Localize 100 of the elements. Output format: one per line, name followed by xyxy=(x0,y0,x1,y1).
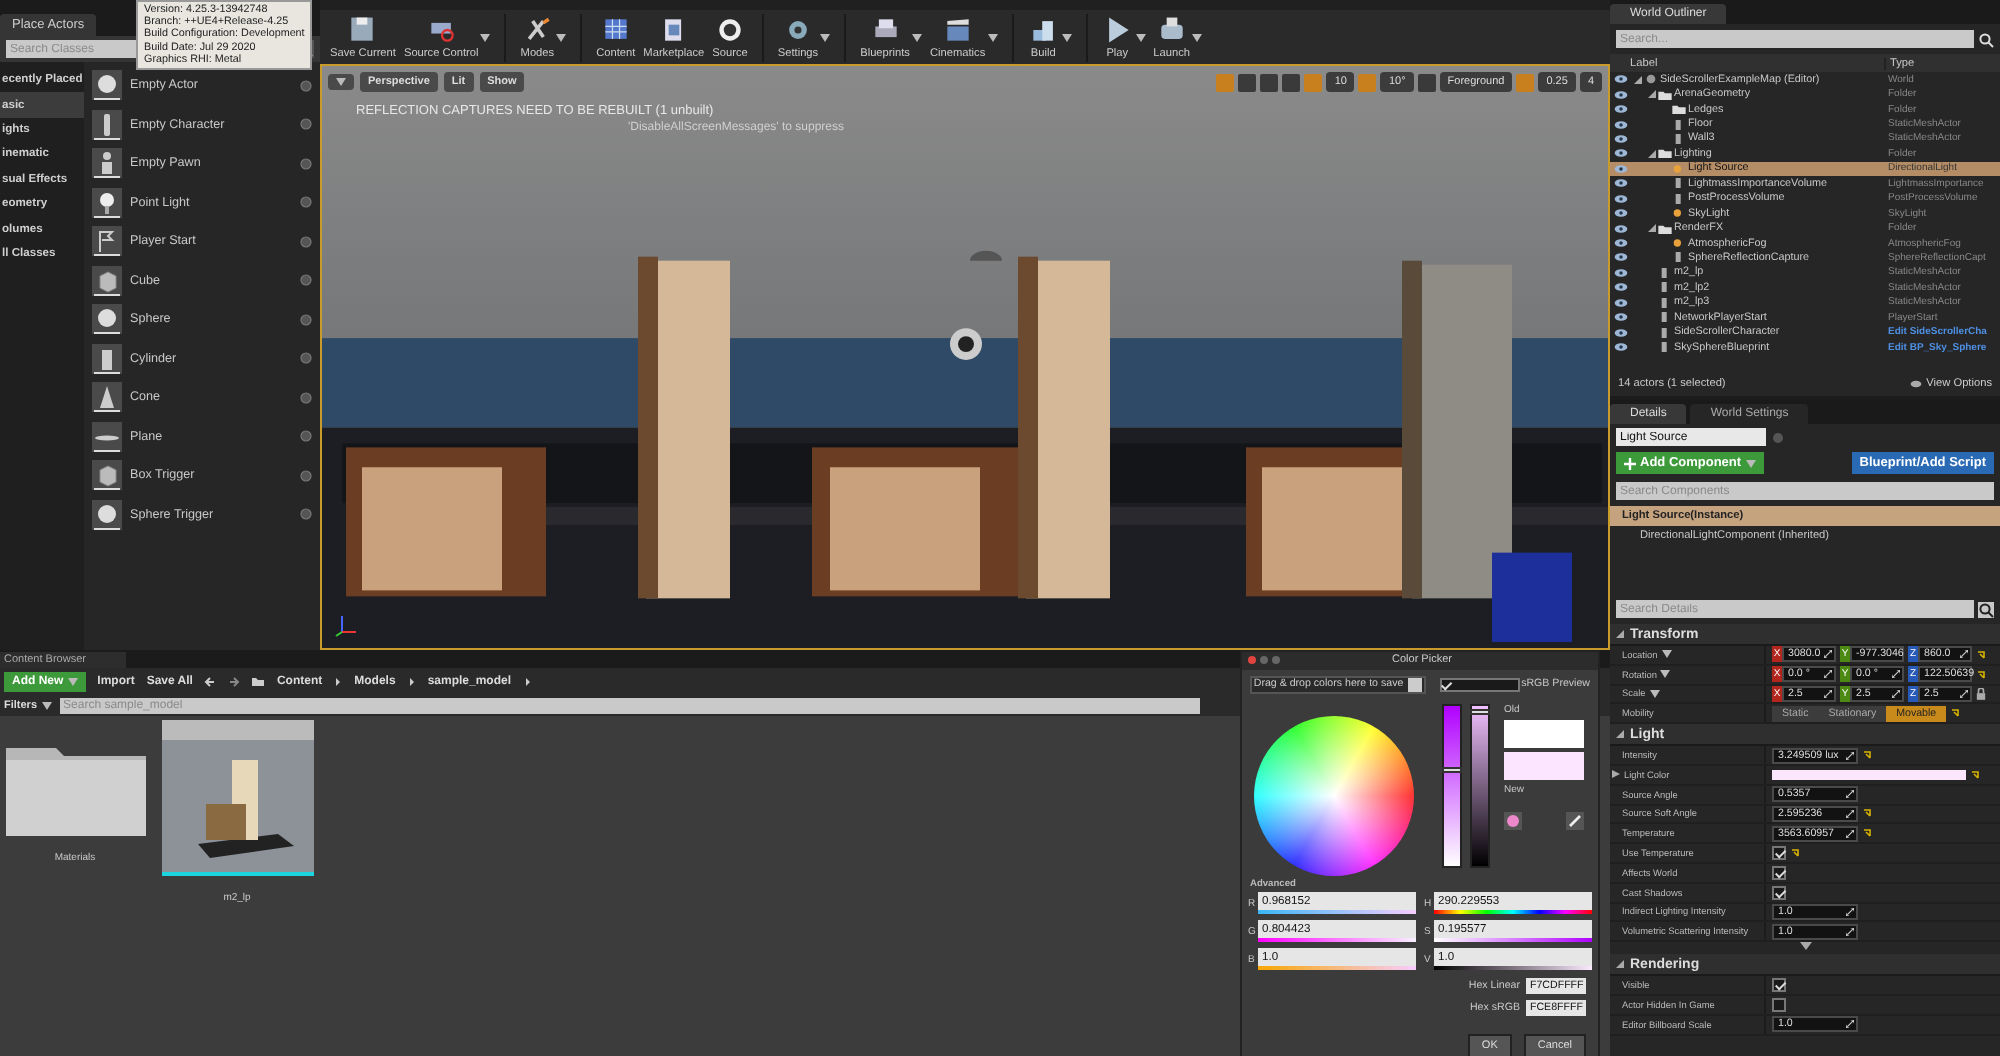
dropdown-caret-icon xyxy=(1192,33,1202,41)
reset-arrow-icon[interactable] xyxy=(1862,828,1872,839)
dropdown-caret-icon xyxy=(41,702,52,710)
info-icon[interactable] xyxy=(300,235,312,247)
drag-arrows-icon xyxy=(1824,689,1832,698)
expand-arrow-icon[interactable] xyxy=(1648,224,1656,233)
bulb-icon xyxy=(92,187,122,217)
info-icon[interactable] xyxy=(300,391,312,403)
new-color-swatch xyxy=(1504,751,1584,780)
drag-arrows-icon xyxy=(1846,1020,1854,1029)
back-arrow-icon[interactable] xyxy=(204,676,217,688)
eye-icon[interactable] xyxy=(1614,238,1628,249)
close-icon[interactable] xyxy=(1248,656,1256,665)
checkbox[interactable] xyxy=(1772,978,1786,993)
logo-circle-icon xyxy=(714,14,746,46)
eye-icon[interactable] xyxy=(1614,208,1628,219)
drag-arrows-icon xyxy=(1960,650,1968,659)
expand-arrow-icon[interactable] xyxy=(1648,149,1656,158)
reset-arrow-icon[interactable] xyxy=(1976,669,1986,680)
maximize-icon[interactable] xyxy=(1272,656,1280,665)
expand-arrow-icon[interactable] xyxy=(1612,770,1620,779)
checkbox[interactable] xyxy=(1772,997,1786,1012)
drag-arrows-icon xyxy=(1846,790,1854,799)
search-icon[interactable] xyxy=(1978,601,1994,617)
slider-thumb[interactable] xyxy=(1442,766,1462,773)
info-icon[interactable] xyxy=(300,313,312,325)
info-icon[interactable] xyxy=(300,469,312,481)
clapper-icon xyxy=(941,14,974,46)
eye-icon[interactable] xyxy=(1614,223,1628,234)
value-slider[interactable] xyxy=(1470,703,1490,868)
eye-icon[interactable] xyxy=(1614,193,1628,204)
color-wheel-icon[interactable] xyxy=(1504,811,1522,830)
checkbox[interactable] xyxy=(1772,865,1786,880)
viewport-menu-button[interactable] xyxy=(328,74,354,90)
dropdown-caret-icon xyxy=(480,33,491,41)
eye-icon[interactable] xyxy=(1614,148,1628,159)
chevron-right-icon[interactable] xyxy=(521,676,533,688)
eye-icon[interactable] xyxy=(1614,267,1628,278)
axis-gizmo-icon xyxy=(334,612,362,640)
chevron-right-icon[interactable] xyxy=(332,676,345,688)
info-icon[interactable] xyxy=(300,196,312,208)
info-icon[interactable] xyxy=(300,508,312,520)
eye-icon[interactable] xyxy=(1614,327,1628,338)
chevron-right-icon[interactable] xyxy=(405,676,418,688)
light-color-swatch[interactable] xyxy=(1772,769,1966,780)
light-icon xyxy=(1672,208,1686,219)
info-icon[interactable] xyxy=(300,274,312,286)
eye-icon[interactable] xyxy=(1614,297,1628,308)
floppy-icon xyxy=(346,14,379,46)
reset-arrow-icon[interactable] xyxy=(1976,649,1986,660)
info-icon[interactable] xyxy=(300,352,312,364)
drag-arrows-icon xyxy=(1892,670,1900,679)
eye-icon[interactable] xyxy=(1614,74,1628,85)
dropdown-caret-icon xyxy=(67,678,78,686)
minimize-icon[interactable] xyxy=(1260,656,1268,665)
eyedropper-icon[interactable] xyxy=(1566,811,1584,830)
dropdown-caret-icon xyxy=(987,33,998,41)
eye-icon[interactable] xyxy=(1614,312,1628,323)
reset-arrow-icon[interactable] xyxy=(1862,808,1872,819)
eye-icon[interactable] xyxy=(1614,104,1628,115)
drag-arrows-icon xyxy=(1846,751,1854,760)
dropdown-icon[interactable] xyxy=(1407,678,1422,693)
eye-icon[interactable] xyxy=(1614,342,1628,353)
info-icon[interactable] xyxy=(300,118,312,130)
reset-arrow-icon[interactable] xyxy=(1790,848,1800,859)
mesh-thumbnail[interactable] xyxy=(161,720,313,876)
eye-icon[interactable] xyxy=(1614,178,1628,189)
checkbox[interactable] xyxy=(1772,885,1786,900)
info-icon[interactable] xyxy=(300,157,312,169)
cylinder-icon xyxy=(92,343,122,373)
reset-arrow-icon[interactable] xyxy=(1950,708,1961,719)
light-icon xyxy=(1672,163,1686,174)
reset-arrow-icon[interactable] xyxy=(1970,769,1980,780)
collapse-arrow-icon[interactable] xyxy=(1616,960,1624,969)
plus-icon xyxy=(1624,457,1636,469)
eye-icon[interactable] xyxy=(1614,133,1628,144)
cube-icon xyxy=(92,265,122,295)
eye-icon[interactable] xyxy=(1614,282,1628,293)
eye-icon[interactable] xyxy=(1614,89,1628,100)
checkbox[interactable] xyxy=(1439,677,1520,692)
checkbox[interactable] xyxy=(1772,846,1786,861)
folder-icon xyxy=(1658,223,1672,234)
eye-icon xyxy=(1910,378,1923,390)
cone-icon xyxy=(92,382,122,412)
saturation-slider[interactable] xyxy=(1442,703,1462,868)
forward-arrow-icon[interactable] xyxy=(228,676,241,688)
reset-arrow-icon[interactable] xyxy=(1862,750,1872,761)
info-icon[interactable] xyxy=(300,79,312,91)
info-icon[interactable] xyxy=(300,430,312,442)
flag-icon xyxy=(92,226,122,256)
collapse-arrow-icon[interactable] xyxy=(1616,630,1624,638)
eye-icon[interactable] xyxy=(1614,119,1628,130)
dropdown-caret-icon xyxy=(911,33,922,41)
eye-icon[interactable] xyxy=(1614,163,1628,174)
figure-icon xyxy=(92,109,122,139)
dropdown-caret-icon xyxy=(820,33,831,41)
collapse-arrow-icon[interactable] xyxy=(1616,730,1624,739)
slider-thumb[interactable] xyxy=(1470,708,1490,715)
eye-icon[interactable] xyxy=(1614,252,1628,263)
drag-arrows-icon xyxy=(1824,670,1832,679)
